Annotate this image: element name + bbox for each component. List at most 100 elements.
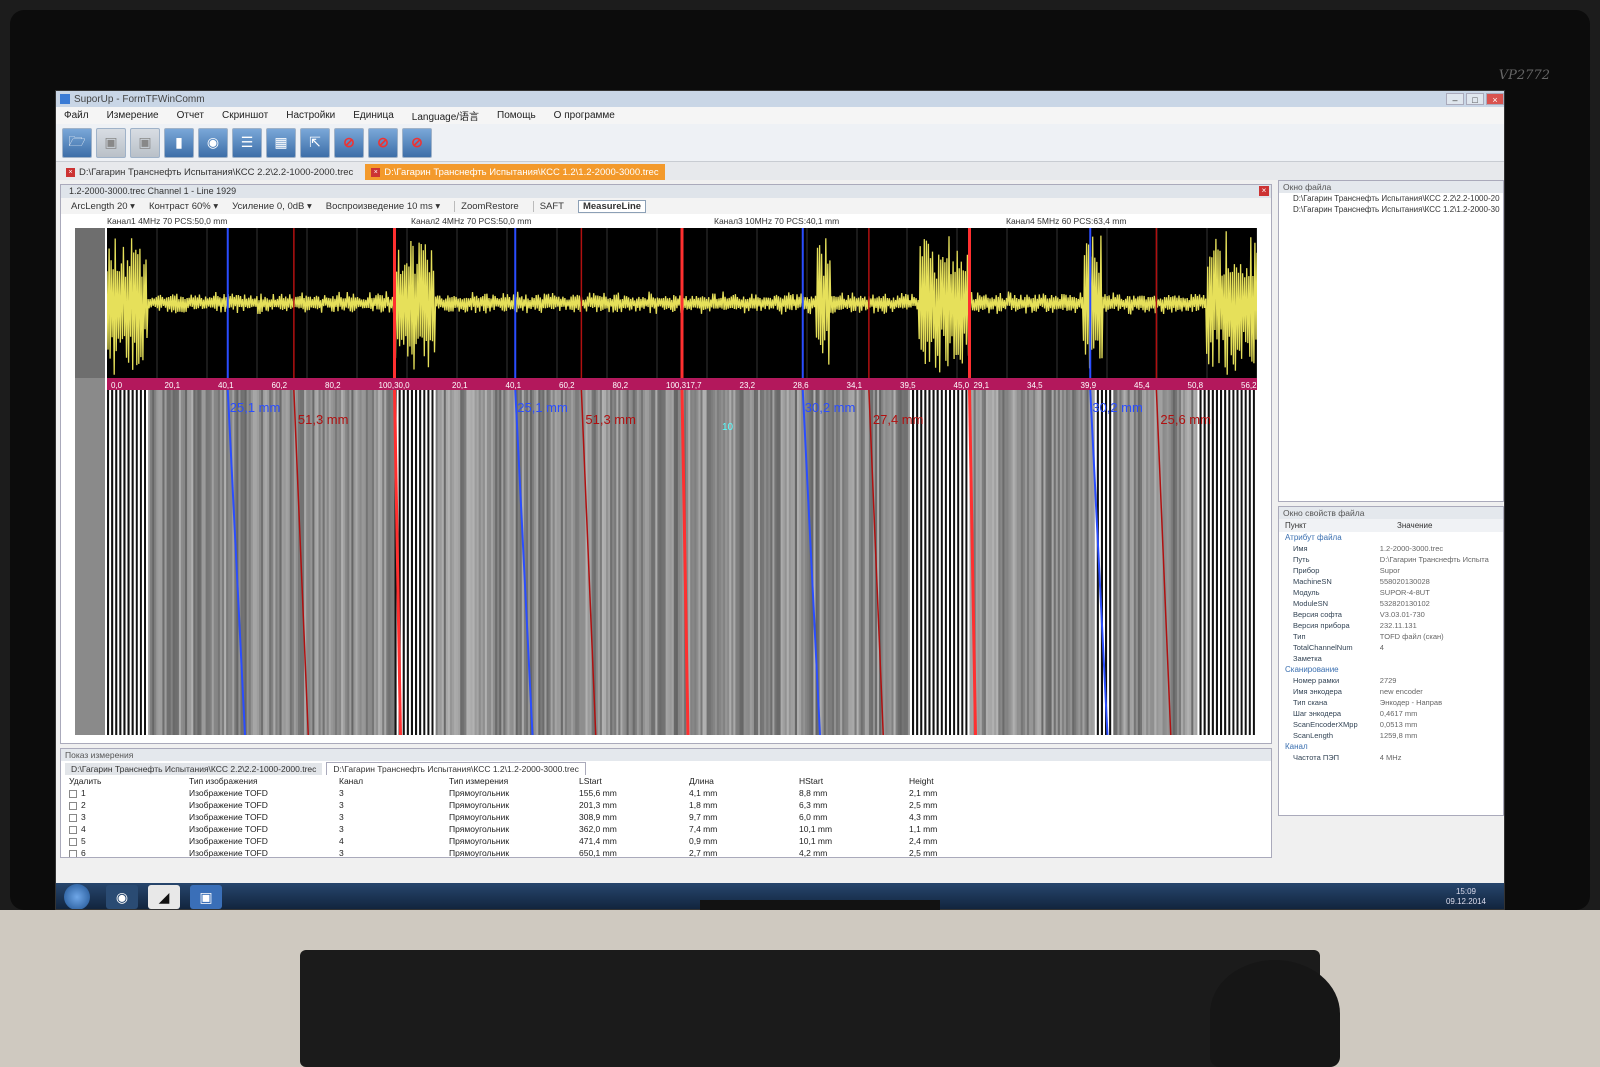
delete-checkbox-cell[interactable]: 6 <box>69 847 189 857</box>
scan-prop-row[interactable]: ScanLength 1259,8 mm <box>1279 730 1503 741</box>
prop-key: ScanLength <box>1293 731 1334 740</box>
cancel-icon[interactable]: ⊘ <box>334 127 364 158</box>
menu-language[interactable]: Language/语言 <box>412 108 479 123</box>
delete-checkbox-cell[interactable]: 1 <box>69 787 189 799</box>
delete-checkbox-cell[interactable]: 4 <box>69 823 189 835</box>
file-prop-row[interactable]: Имя 1.2-2000-3000.trec <box>1279 543 1503 554</box>
props-group-channel[interactable]: Канал <box>1279 741 1503 752</box>
file-prop-row[interactable]: Тип TOFD файл (скан) <box>1279 631 1503 642</box>
playback-control[interactable]: Воспроизведение 10 ms ▾ <box>326 201 440 212</box>
menu-help[interactable]: Помощь <box>497 110 536 121</box>
save-icon[interactable]: ▣ <box>96 127 126 158</box>
blue-cursor-label: 25,1 mm <box>230 400 281 415</box>
file-prop-row[interactable]: TotalChannelNum 4 <box>1279 642 1503 653</box>
table-cell: 4,2 mm <box>799 848 828 858</box>
file-prop-row[interactable]: MachineSN 558020130028 <box>1279 576 1503 587</box>
system-tray-clock[interactable]: 15:09 09.12.2014 <box>1446 887 1486 907</box>
a-scan-display[interactable] <box>107 228 1257 378</box>
table-cell: 650,1 mm <box>579 848 617 858</box>
table-row[interactable]: 2 Изображение TOFD 3 Прямоугольник 201,3 mm 1… <box>69 799 999 811</box>
windows-start-icon[interactable] <box>64 884 90 909</box>
menu-screenshot[interactable]: Скриншот <box>222 110 268 121</box>
column-header[interactable]: LStart <box>579 775 689 787</box>
table-row[interactable]: 1 Изображение TOFD 3 Прямоугольник 155,6 mm 4… <box>69 787 999 799</box>
prop-key: Тип скана <box>1293 698 1328 707</box>
file-entry-1[interactable]: D:\Гагарин Транснефть Испытания\КСС 2.2\… <box>1279 193 1503 204</box>
cancel-icon-2[interactable]: ⊘ <box>368 127 398 158</box>
file-prop-row[interactable]: Путь D:\Гагарин Транснефть Испыта <box>1279 554 1503 565</box>
checkbox[interactable] <box>69 825 77 834</box>
contrast-control[interactable]: Контраст 60% ▾ <box>149 201 218 212</box>
table-row[interactable]: 4 Изображение TOFD 3 Прямоугольник 362,0 mm 7… <box>69 823 999 835</box>
minimize-button[interactable]: – <box>1446 93 1464 105</box>
folder-open-icon[interactable]: 🗁 <box>62 127 92 158</box>
menu-file[interactable]: Файл <box>64 110 89 121</box>
props-group-scan[interactable]: Сканирование <box>1279 664 1503 675</box>
column-header[interactable]: Тип измерения <box>449 775 579 787</box>
channel-prop-row[interactable]: Частота ПЭП 4 MHz <box>1279 752 1503 763</box>
camera-icon[interactable]: ◉ <box>198 127 228 158</box>
file-prop-row[interactable]: Модуль SUPOR-4-8UT <box>1279 587 1503 598</box>
checkbox[interactable] <box>69 813 77 822</box>
measurement-tab-1[interactable]: D:\Гагарин Транснефть Испытания\КСС 2.2\… <box>65 763 323 775</box>
file-prop-row[interactable]: Заметка <box>1279 653 1503 664</box>
file-prop-row[interactable]: ModuleSN 532820130102 <box>1279 598 1503 609</box>
scan-prop-row[interactable]: Имя энкодера new encoder <box>1279 686 1503 697</box>
save-as-icon[interactable]: ▣ <box>130 127 160 158</box>
report-icon[interactable]: ☰ <box>232 127 262 158</box>
image-icon[interactable]: ▦ <box>266 127 296 158</box>
props-group-file[interactable]: Атрибут файла <box>1279 532 1503 543</box>
column-header[interactable]: Канал <box>339 775 449 787</box>
doc-tab-2[interactable]: × D:\Гагарин Транснефть Испытания\КСС 1.… <box>365 164 665 180</box>
file-prop-row[interactable]: Версия прибора 232.11.131 <box>1279 620 1503 631</box>
scan-prop-row[interactable]: Номер рамки 2729 <box>1279 675 1503 686</box>
delete-checkbox-cell[interactable]: 5 <box>69 835 189 847</box>
export-icon[interactable]: ▮ <box>164 127 194 158</box>
file-prop-row[interactable]: Версия софта V3.03.01-730 <box>1279 609 1503 620</box>
cursor-icon[interactable]: ⇱ <box>300 127 330 158</box>
suporup-icon[interactable]: ◢ <box>148 885 180 909</box>
ruler-tick-label: 39,9 <box>1081 381 1097 390</box>
scan-prop-row[interactable]: ScanEncoderXMpp 0,0513 mm <box>1279 719 1503 730</box>
column-header[interactable]: Height <box>909 775 999 787</box>
table-row[interactable]: 3 Изображение TOFD 3 Прямоугольник 308,9 mm 9… <box>69 811 999 823</box>
close-button[interactable]: × <box>1486 93 1504 105</box>
checkbox[interactable] <box>69 837 77 846</box>
menu-unit[interactable]: Единица <box>353 110 394 121</box>
column-header[interactable]: Тип изображения <box>189 775 339 787</box>
measurement-tab-2[interactable]: D:\Гагарин Транснефть Испытания\КСС 1.2\… <box>326 762 586 775</box>
delete-checkbox-cell[interactable]: 2 <box>69 799 189 811</box>
doc-tab-1[interactable]: × D:\Гагарин Транснефть Испытания\КСС 2.… <box>60 164 359 180</box>
column-header[interactable]: Удалить <box>69 775 189 787</box>
menu-report[interactable]: Отчет <box>177 110 204 121</box>
tofd-b-scan-display[interactable]: 25,1 mm 51,3 mm 25,1 mm 51,3 mm 30,2 mm 27,4 … <box>107 390 1257 735</box>
cancel-grid-icon[interactable]: ⊘ <box>402 127 432 158</box>
close-tab-icon[interactable]: × <box>371 167 381 177</box>
close-icon[interactable]: × <box>1259 186 1269 196</box>
arclength-control[interactable]: ArcLength 20 ▾ <box>71 201 135 212</box>
measure-line-button[interactable]: MeasureLine <box>577 199 647 213</box>
saft-button[interactable]: SAFT <box>532 200 564 212</box>
file-entry-2[interactable]: D:\Гагарин Транснефть Испытания\КСС 1.2\… <box>1279 204 1503 215</box>
menu-measurement[interactable]: Измерение <box>107 110 159 121</box>
column-header[interactable]: HStart <box>799 775 909 787</box>
scan-prop-row[interactable]: Тип скана Энкодер - Направ <box>1279 697 1503 708</box>
checkbox[interactable] <box>69 849 77 857</box>
gain-control[interactable]: Усиление 0, 0dB ▾ <box>232 201 312 212</box>
table-row[interactable]: 5 Изображение TOFD 4 Прямоугольник 471,4 mm 0… <box>69 835 999 847</box>
checkbox[interactable] <box>69 801 77 810</box>
table-row[interactable]: 6 Изображение TOFD 3 Прямоугольник 650,1 mm 2… <box>69 847 999 858</box>
close-tab-icon[interactable]: × <box>66 167 75 177</box>
save-disk-icon[interactable]: ▣ <box>190 885 222 909</box>
menu-about[interactable]: О программе <box>554 110 615 121</box>
menu-settings[interactable]: Настройки <box>286 110 335 121</box>
chrome-icon[interactable]: ◉ <box>106 885 138 909</box>
file-prop-row[interactable]: Прибор Supor <box>1279 565 1503 576</box>
maximize-button[interactable]: □ <box>1466 93 1484 105</box>
scan-prop-row[interactable]: Шаг энкодера 0,4617 mm <box>1279 708 1503 719</box>
checkbox[interactable] <box>69 789 77 798</box>
column-header[interactable]: Длина <box>689 775 799 787</box>
zoom-restore-button[interactable]: ZoomRestore <box>454 200 519 212</box>
delete-checkbox-cell[interactable]: 3 <box>69 811 189 823</box>
workspace: 1.2-2000-3000.trec Channel 1 - Line 1929… <box>56 180 1504 860</box>
